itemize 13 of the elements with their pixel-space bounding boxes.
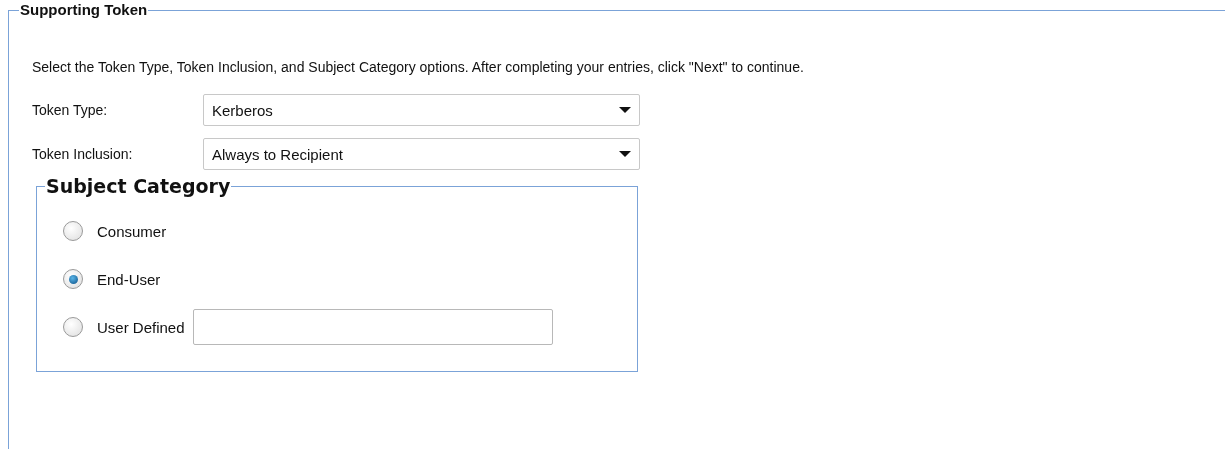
caret-icon [619, 106, 631, 114]
option-label: End-User [97, 270, 161, 288]
caret-icon [619, 150, 631, 158]
dropdown[interactable]: Always to Recipient [203, 138, 640, 170]
radio-button[interactable] [63, 317, 83, 337]
dropdown[interactable]: Kerberos [203, 94, 640, 126]
option-label: Consumer [97, 222, 167, 240]
radio-button[interactable] [63, 221, 83, 241]
field-label: Token Inclusion: [32, 146, 134, 162]
field-label: Token Type: [32, 102, 109, 118]
radio-button[interactable] [63, 269, 83, 289]
option-label: User Defined [97, 318, 185, 336]
input-field[interactable] [192, 309, 553, 345]
